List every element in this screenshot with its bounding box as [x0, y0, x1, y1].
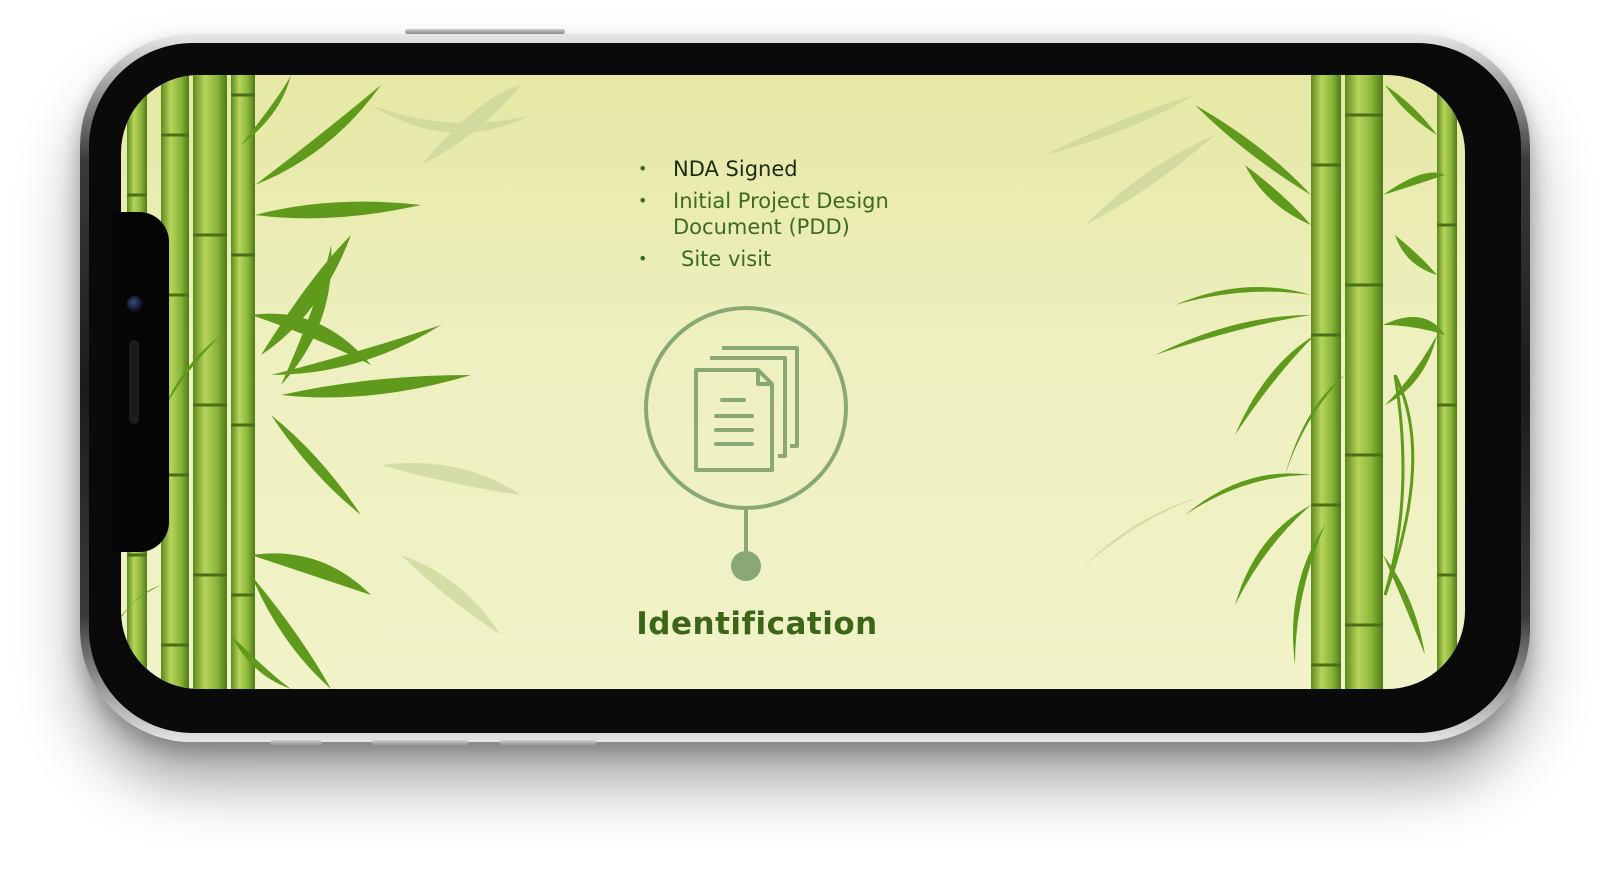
slide-title: Identification [636, 606, 878, 642]
bullet-text-nda: NDA Signed [673, 157, 798, 181]
documents-icon [644, 306, 848, 581]
list-item: • Initial Project Design Document (PDD) [638, 188, 941, 240]
stage: • NDA Signed • Initial Project Design Do… [0, 0, 1604, 878]
bamboo-right-image [1045, 75, 1457, 689]
bullet-text-site-visit: Site visit [681, 247, 772, 271]
bullet-list: • NDA Signed • Initial Project Design Do… [638, 156, 941, 278]
list-item: • Site visit [638, 246, 941, 272]
phone-notch [111, 212, 169, 552]
earpiece-speaker [129, 340, 139, 424]
bullet-dot: • [638, 191, 648, 210]
phone-button-bottom-1 [270, 740, 322, 746]
front-camera-icon [127, 296, 143, 312]
bullet-dot: • [638, 159, 648, 178]
phone-button-top [405, 29, 565, 34]
phone-button-bottom-3 [500, 740, 596, 746]
phone-button-bottom-2 [372, 740, 468, 746]
list-item: • NDA Signed [638, 156, 941, 182]
bullet-text-pdd: Initial Project Design Document (PDD) [673, 189, 889, 239]
bamboo-left-image [121, 75, 531, 689]
bullet-dot: • [638, 249, 648, 268]
